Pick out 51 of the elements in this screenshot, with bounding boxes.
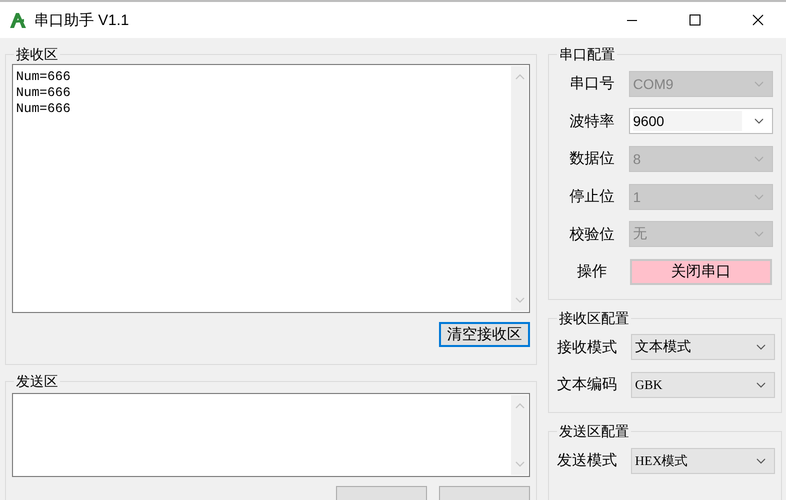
maximize-icon[interactable] (689, 14, 701, 26)
close-icon[interactable] (752, 14, 764, 26)
group-title: 发送区 (15, 373, 59, 390)
chevron-down-icon (756, 382, 766, 388)
dropdown[interactable]: HEX模式 (631, 448, 775, 474)
chevron-down-icon (754, 80, 764, 87)
dropdown-value: 9600 (633, 111, 742, 132)
dropdown-value: 无 (633, 225, 648, 244)
receive-text-area[interactable]: Num=666 Num=666 Num=666 (12, 64, 530, 313)
group-title: 接收区 (15, 46, 59, 63)
received-line: Num=666 (16, 101, 72, 117)
scroll-down-icon[interactable] (514, 461, 524, 467)
chevron-down-icon (754, 156, 764, 162)
dropdown[interactable]: 文本模式 (631, 334, 775, 360)
chevron-down-icon (756, 344, 766, 350)
field-label: 串口号 (568, 74, 616, 94)
chevron-down-icon (754, 194, 764, 200)
field-label: 波特率 (568, 112, 616, 131)
field-label: 校验位 (568, 224, 616, 244)
field-label: 数据位 (568, 149, 616, 168)
dropdown-value: 1 (633, 188, 642, 205)
received-line: Num=666 (16, 85, 72, 101)
field-label: 接收模式 (556, 338, 618, 357)
chevron-down-icon (756, 458, 766, 464)
window-title: 串口助手 V1.1 (34, 10, 130, 30)
dropdown-value: 8 (633, 150, 642, 167)
group-title: 发送区配置 (558, 422, 630, 440)
dropdown-value: COM9 (633, 76, 674, 92)
chevron-down-icon (754, 231, 764, 238)
clear-receive-button[interactable]: 清空接收区 (439, 322, 530, 347)
scroll-up-icon[interactable] (514, 403, 524, 409)
field-label: 文本编码 (556, 375, 618, 394)
scroll-up-icon[interactable] (514, 74, 524, 80)
dropdown[interactable]: GBK (631, 372, 775, 398)
scrollbar[interactable] (511, 66, 528, 311)
field-label: 操作 (576, 262, 608, 282)
scroll-down-icon[interactable] (514, 297, 524, 303)
close-port-button[interactable]: 关闭串口 (630, 258, 772, 285)
group-title: 接收区配置 (558, 310, 630, 327)
chevron-down-icon (754, 118, 764, 124)
dropdown-value: HEX模式 (635, 452, 689, 470)
send-text-area[interactable] (12, 393, 530, 477)
dropdown-value: GBK (635, 376, 664, 393)
field-label: 发送模式 (556, 451, 618, 470)
scrollbar[interactable] (511, 395, 528, 475)
group-title: 串口配置 (558, 46, 616, 63)
received-line: Num=666 (16, 69, 72, 85)
app-logo-icon (8, 10, 28, 30)
dropdown[interactable]: 9600 (629, 108, 773, 134)
dropdown-value: 文本模式 (635, 338, 692, 356)
field-label: 停止位 (568, 187, 616, 206)
